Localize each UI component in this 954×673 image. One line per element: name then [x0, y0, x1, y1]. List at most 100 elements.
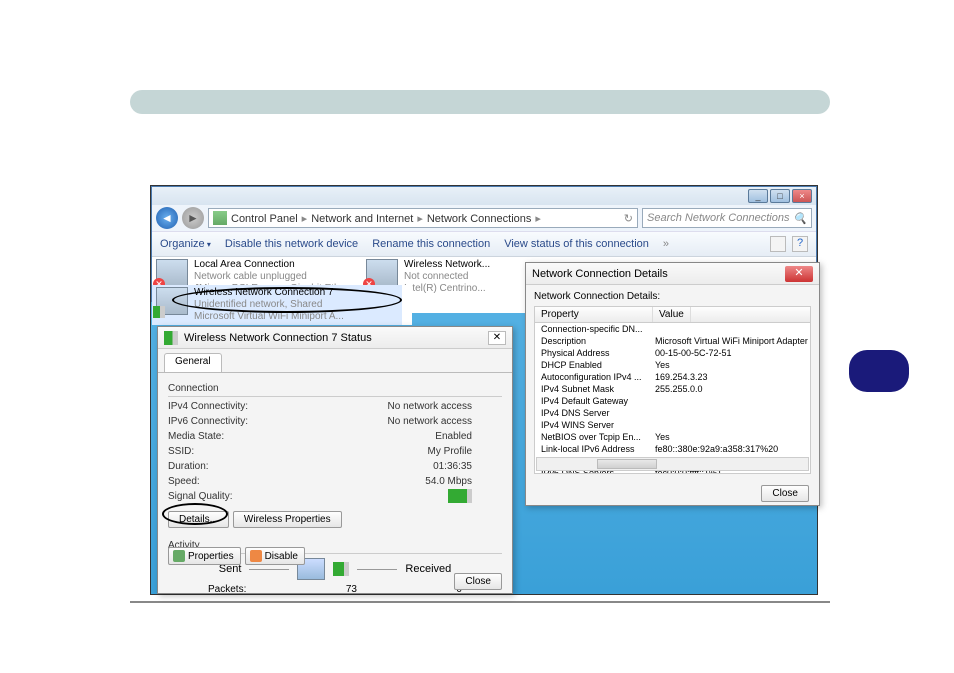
- connection-title: Wireless Network Connection 7: [194, 287, 344, 299]
- disable-icon: [250, 550, 262, 562]
- breadcrumb-bar[interactable]: Control Panel▸Network and Internet▸Netwo…: [208, 208, 638, 228]
- details-dialog-titlebar: Network Connection Details ✕: [526, 263, 819, 285]
- property-cell: NetBIOS over Tcpip En...: [535, 431, 653, 443]
- organize-menu[interactable]: Organize: [160, 238, 211, 250]
- property-cell: Physical Address: [535, 347, 653, 359]
- column-value[interactable]: Value: [653, 307, 691, 322]
- speed-value: 54.0 Mbps: [288, 474, 502, 489]
- value-cell: [653, 395, 810, 407]
- breadcrumb-3[interactable]: Network Connections: [427, 213, 532, 225]
- table-row: IPv4 Subnet Mask255.255.0.0: [535, 383, 810, 395]
- table-row: IPv4 WINS Server: [535, 419, 810, 431]
- breadcrumb-2[interactable]: Network and Internet: [311, 213, 413, 225]
- help-icon[interactable]: ?: [792, 236, 808, 252]
- view-icon[interactable]: [770, 236, 786, 252]
- back-button[interactable]: ◄: [156, 207, 178, 229]
- doc-header-bar: [130, 90, 830, 114]
- properties-icon: [173, 550, 185, 562]
- status-dialog-body: Connection IPv4 Connectivity:No network …: [158, 373, 512, 593]
- connection-status: Unidentified network, Shared: [194, 299, 344, 311]
- dialog-close-button[interactable]: ✕: [488, 331, 506, 345]
- details-dialog-title: Network Connection Details: [532, 268, 668, 280]
- table-row: IPv4 DNS Server: [535, 407, 810, 419]
- value-cell: [653, 419, 810, 431]
- table-row: IPv4 Default Gateway: [535, 395, 810, 407]
- connection-device: Microsoft Virtual WiFi Miniport A...: [194, 311, 344, 323]
- scrollbar-thumb[interactable]: [597, 459, 657, 469]
- details-dialog: Network Connection Details ✕ Network Con…: [525, 262, 820, 506]
- duration-value: 01:36:35: [288, 459, 502, 474]
- ssid-label: SSID:: [168, 444, 288, 459]
- screenshot-desktop: _ □ × ◄ ► Control Panel▸Network and Inte…: [150, 185, 818, 595]
- disable-device-button[interactable]: Disable this network device: [225, 238, 358, 250]
- table-row: NetBIOS over Tcpip En...Yes: [535, 431, 810, 443]
- signal-bars-icon: [448, 489, 472, 503]
- media-state-label: Media State:: [168, 429, 288, 444]
- connection-title: Local Area Connection: [194, 259, 356, 271]
- ipv4-label: IPv4 Connectivity:: [168, 399, 288, 414]
- signal-bars-icon: [164, 331, 178, 345]
- close-button[interactable]: Close: [454, 573, 502, 590]
- search-input[interactable]: Search Network Connections 🔍: [642, 208, 812, 228]
- network-adapter-icon: [366, 259, 398, 287]
- value-cell: Yes: [653, 431, 810, 443]
- connection-status: Network cable unplugged: [194, 271, 356, 283]
- view-status-button[interactable]: View status of this connection: [504, 238, 649, 250]
- ssid-value: My Profile: [288, 444, 502, 459]
- value-cell: 00-15-00-5C-72-51: [653, 347, 810, 359]
- connection-title: Wireless Network...: [404, 259, 490, 271]
- received-label: Received: [405, 563, 451, 575]
- search-placeholder: Search Network Connections: [647, 212, 789, 224]
- search-icon: 🔍: [793, 212, 807, 225]
- forward-button[interactable]: ►: [182, 207, 204, 229]
- toolbar-more-icon[interactable]: »: [663, 238, 669, 250]
- property-cell: Autoconfiguration IPv4 ...: [535, 371, 653, 383]
- refresh-icon[interactable]: ↻: [624, 212, 633, 225]
- maximize-button[interactable]: □: [770, 189, 790, 203]
- connection-status: Not connected: [404, 271, 490, 283]
- table-row: Connection-specific DN...: [535, 323, 810, 335]
- details-label: Network Connection Details:: [534, 291, 811, 302]
- network-adapter-icon: [156, 287, 188, 315]
- property-cell: Description: [535, 335, 653, 347]
- control-panel-icon: [213, 211, 227, 225]
- network-adapter-icon: [156, 259, 188, 287]
- value-cell: Yes: [653, 359, 810, 371]
- property-cell: DHCP Enabled: [535, 359, 653, 371]
- dialog-close-button[interactable]: ✕: [785, 266, 813, 282]
- property-cell: Connection-specific DN...: [535, 323, 653, 335]
- packets-label: Packets:: [208, 584, 246, 595]
- close-button[interactable]: Close: [761, 485, 809, 502]
- breadcrumb-1[interactable]: Control Panel: [231, 213, 298, 225]
- details-dialog-body: Network Connection Details: Property Val…: [526, 285, 819, 505]
- signal-quality-value: [288, 489, 502, 508]
- table-row: DHCP EnabledYes: [535, 359, 810, 371]
- duration-label: Duration:: [168, 459, 288, 474]
- property-cell: IPv4 DNS Server: [535, 407, 653, 419]
- connection-group-label: Connection: [168, 383, 502, 397]
- connection-device: Intel(R) Centrino...: [404, 283, 490, 295]
- status-dialog-title: Wireless Network Connection 7 Status: [184, 332, 372, 344]
- details-button[interactable]: Details...: [168, 511, 229, 528]
- properties-button[interactable]: Properties: [168, 547, 241, 565]
- property-cell: IPv4 Subnet Mask: [535, 383, 653, 395]
- disable-button[interactable]: Disable: [245, 547, 305, 565]
- signal-bars-icon: [333, 562, 349, 576]
- rename-connection-button[interactable]: Rename this connection: [372, 238, 490, 250]
- minimize-button[interactable]: _: [748, 189, 768, 203]
- table-row: Autoconfiguration IPv4 ...169.254.3.23: [535, 371, 810, 383]
- property-cell: Link-local IPv6 Address: [535, 443, 653, 455]
- breadcrumb-path: Control Panel▸Network and Internet▸Netwo…: [231, 212, 545, 225]
- ipv4-value: No network access: [288, 399, 502, 414]
- details-table: Property Value Connection-specific DN...…: [534, 306, 811, 474]
- connection-item-wifi7[interactable]: Wireless Network Connection 7 Unidentifi…: [152, 285, 402, 325]
- column-property[interactable]: Property: [535, 307, 653, 322]
- tab-general[interactable]: General: [164, 353, 222, 372]
- window-titlebar: _ □ ×: [152, 187, 816, 205]
- status-tabstrip: General: [158, 353, 512, 373]
- wireless-properties-button[interactable]: Wireless Properties: [233, 511, 342, 528]
- value-cell: 169.254.3.23: [653, 371, 810, 383]
- horizontal-scrollbar[interactable]: [536, 457, 809, 471]
- doc-side-pill: [849, 350, 909, 392]
- close-button[interactable]: ×: [792, 189, 812, 203]
